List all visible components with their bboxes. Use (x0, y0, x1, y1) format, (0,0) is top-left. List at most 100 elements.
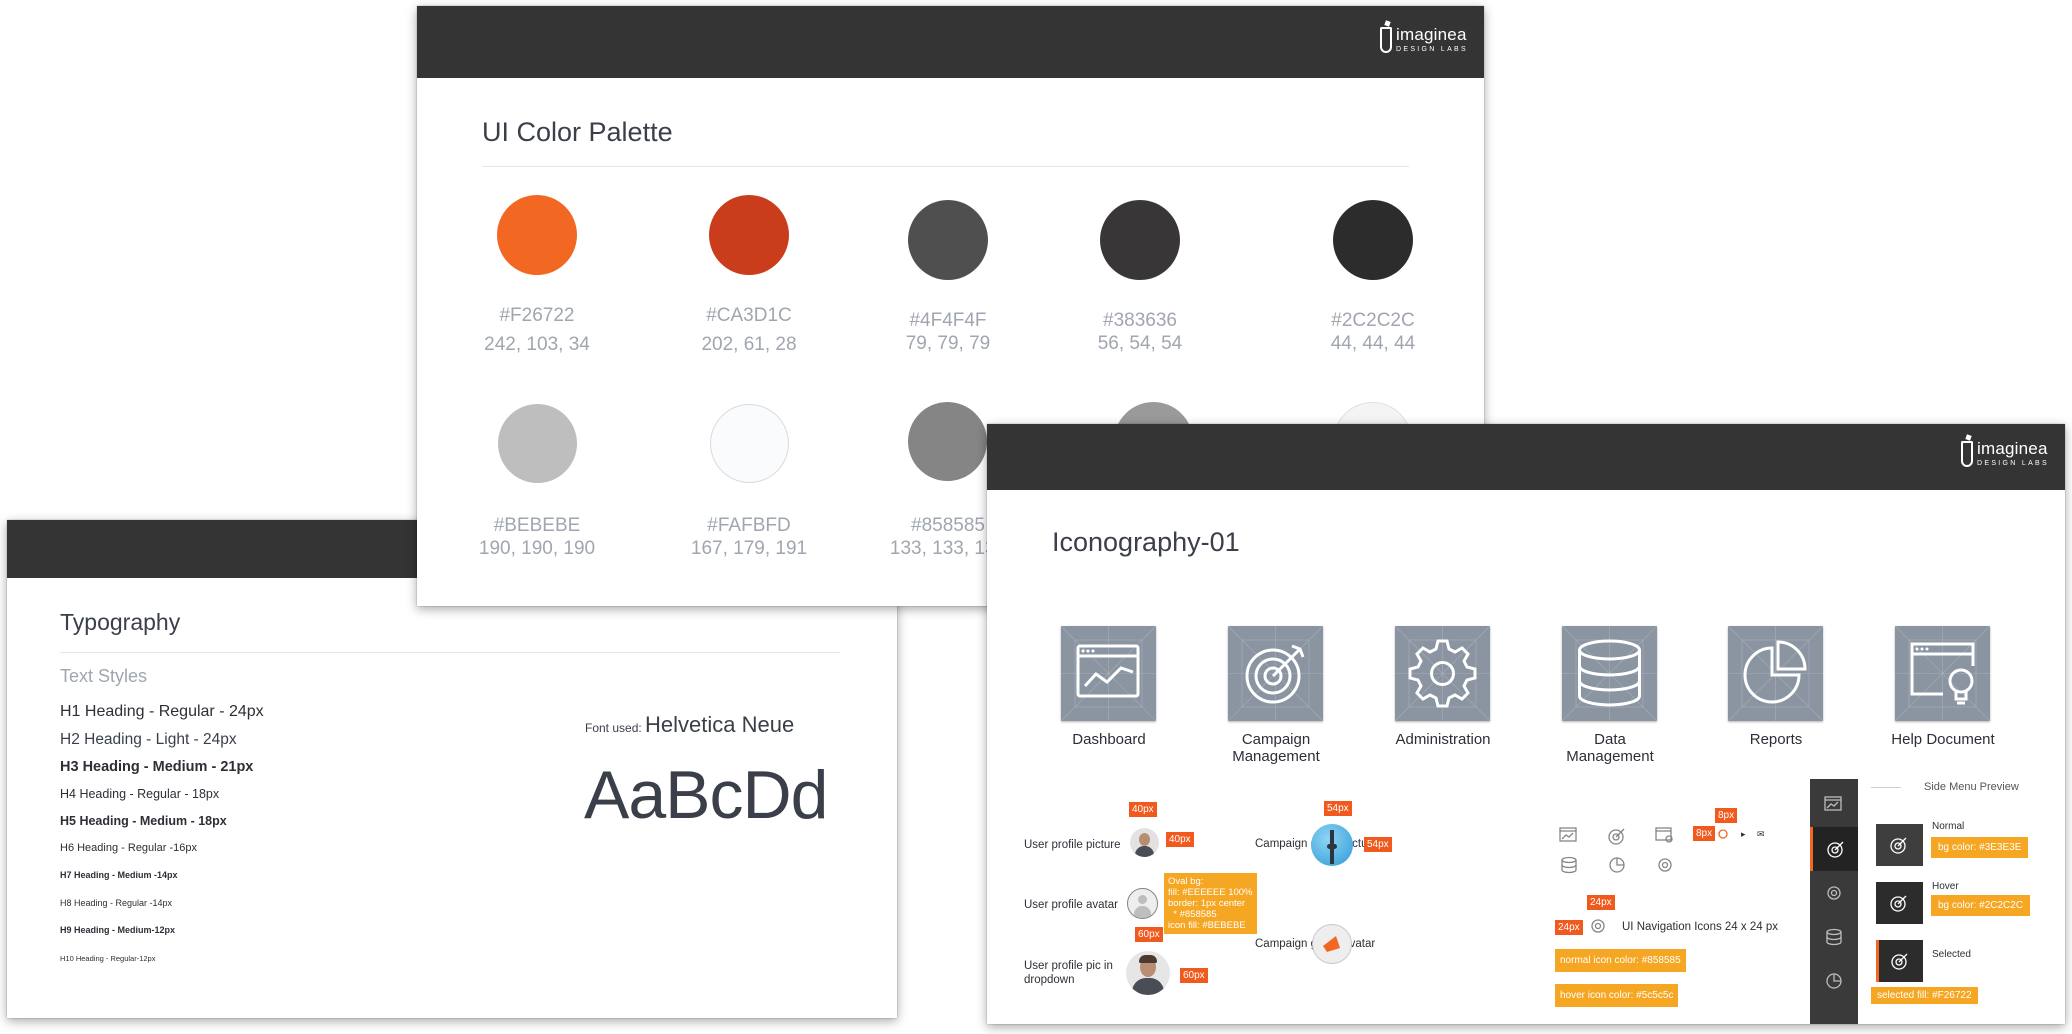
side-menu-item-dashboard[interactable] (1810, 783, 1858, 827)
imaginea-logo-2: imaginea DESIGN LABS (1961, 440, 2049, 467)
tile-data-management (1562, 626, 1657, 721)
style-h8: H8 Heading - Regular -14px (60, 898, 173, 908)
tile-administration (1395, 626, 1490, 721)
avatar-spec-note: Oval bg: fill: #EEEEEE 100% border: 1px … (1164, 873, 1257, 934)
hover-target-icon (1890, 895, 1907, 912)
side-menu-preview (1810, 779, 1858, 1024)
typography-title: Typography (60, 609, 181, 635)
side-menu-item-data[interactable] (1810, 915, 1858, 959)
swatch-3-hex: #4F4F4F (909, 310, 987, 331)
tile-help-label: Help Document (1891, 731, 1995, 748)
side-menu-item-campaign[interactable] (1810, 827, 1858, 871)
nav-database-icon (1561, 856, 1577, 874)
nav-target-icon (1608, 828, 1625, 845)
hover-icon-color-note: hover icon color: #5c5c5c (1555, 984, 1679, 1007)
state-normal-label: Normal (1932, 821, 1965, 832)
swatch-3 (908, 200, 988, 280)
size-tag-24-top: 24px (1587, 895, 1615, 910)
style-h7: H7 Heading - Medium -14px (60, 870, 178, 880)
swatch-4-rgb: 56, 54, 54 (1097, 333, 1183, 354)
tile-dashboard-label: Dashboard (1072, 731, 1146, 748)
style-h9: H9 Heading - Medium-12px (60, 925, 176, 935)
style-h6: H6 Heading - Regular -16px (60, 842, 197, 854)
imaginea-logo-icon-2 (1961, 440, 1974, 467)
iconography-card: imaginea DESIGN LABS Iconography-01 Dash… (987, 424, 2065, 1024)
campaign-group-avatar (1312, 924, 1352, 964)
style-h3: H3 Heading - Medium - 21px (60, 759, 254, 775)
swatch-8 (908, 402, 987, 481)
typography-divider (60, 652, 840, 653)
normal-target-icon (1890, 837, 1907, 854)
style-h1: H1 Heading - Regular - 24px (60, 703, 264, 720)
dashboard-icon (1061, 626, 1156, 721)
swatch-7 (710, 404, 789, 483)
text-styles-subtitle: Text Styles (60, 666, 148, 686)
target-icon (1228, 626, 1323, 721)
normal-bg-note: bg color: #3E3E3E (1931, 837, 2029, 858)
swatch-6-hex: #BEBEBE (493, 515, 581, 536)
size-tag-8-side: 8px (1693, 826, 1716, 841)
palette-header-bar: imaginea DESIGN LABS (417, 6, 1484, 78)
person-head (1139, 833, 1150, 846)
state-hover-label: Hover (1932, 881, 1959, 892)
style-h4: H4 Heading - Regular - 18px (60, 787, 220, 801)
swatch-6 (498, 404, 577, 483)
size-tag-60-top: 60px (1135, 927, 1163, 942)
dropdown-person-body (1132, 978, 1164, 995)
style-h2: H2 Heading - Light - 24px (60, 731, 237, 748)
nav-help-icon (1655, 827, 1673, 843)
swatch-6-rgb: 190, 190, 190 (478, 538, 596, 559)
user-profile-avatar-label: User profile avatar (1024, 899, 1118, 911)
logo-brand-2: imaginea (1977, 439, 2048, 458)
side-menu-item-reports[interactable] (1810, 959, 1858, 1003)
tower-pod (1327, 844, 1337, 849)
imaginea-logo-icon (1380, 26, 1393, 53)
imaginea-logo: imaginea DESIGN LABS (1380, 26, 1468, 53)
tile-reports-label: Reports (1749, 731, 1803, 748)
logo-sub: DESIGN LABS (1396, 46, 1468, 53)
swatch-7-rgb: 167, 179, 191 (690, 538, 808, 559)
palette-title: UI Color Palette (482, 117, 673, 147)
swatch-2 (709, 195, 789, 275)
swatch-1-hex: #F26722 (499, 305, 575, 326)
side-pie-icon (1826, 973, 1842, 989)
palette-divider (482, 166, 1409, 167)
swatch-7-hex: #FAFBFD (707, 515, 791, 536)
side-gear-icon (1827, 886, 1841, 900)
size-tag-40-top: 40px (1129, 802, 1157, 817)
size-tag-54-side: 54px (1364, 837, 1392, 852)
side-target-icon (1826, 841, 1843, 858)
swatch-2-rgb: 202, 61, 28 (701, 334, 797, 355)
user-dropdown-picture (1126, 951, 1170, 995)
tile-reports (1728, 626, 1823, 721)
side-menu-title-rule (1871, 787, 1901, 788)
nav-mail-icon: ✉ (1757, 829, 1765, 839)
side-menu-item-admin[interactable] (1810, 871, 1858, 915)
dropdown-person-hair (1139, 955, 1157, 963)
tile-campaign-management (1228, 626, 1323, 721)
size-tag-8-top: 8px (1715, 808, 1738, 823)
side-database-icon (1826, 928, 1842, 946)
nav-dot-icon (1718, 829, 1728, 839)
state-selected-preview (1876, 940, 1923, 982)
hover-bg-note: bg color: #2C2C2C (1931, 895, 2031, 916)
help-bulb-icon (1895, 626, 1990, 721)
state-selected-label: Selected (1932, 949, 1971, 960)
campaign-group-picture (1311, 824, 1353, 866)
font-used-label: Font used: (585, 721, 642, 735)
selected-fill-note: selected fill: #F26722 (1871, 987, 1978, 1004)
logo-brand: imaginea (1396, 25, 1467, 44)
tile-help-document (1895, 626, 1990, 721)
nav-pie-icon (1609, 857, 1625, 873)
size-tag-40-side: 40px (1166, 832, 1194, 847)
swatch-1 (497, 195, 577, 275)
swatch-5-hex: #2C2C2C (1331, 310, 1415, 331)
tile-dashboard (1061, 626, 1156, 721)
nav-dashboard-icon (1559, 827, 1577, 842)
size-tag-54-top: 54px (1324, 801, 1352, 816)
avatar-person-body (1134, 906, 1151, 918)
nav-arrow-icon: ▸ (1741, 829, 1746, 839)
font-sample: AaBcDd (584, 757, 828, 833)
font-name: Helvetica Neue (645, 712, 795, 737)
logo-sub-2: DESIGN LABS (1977, 460, 2049, 467)
